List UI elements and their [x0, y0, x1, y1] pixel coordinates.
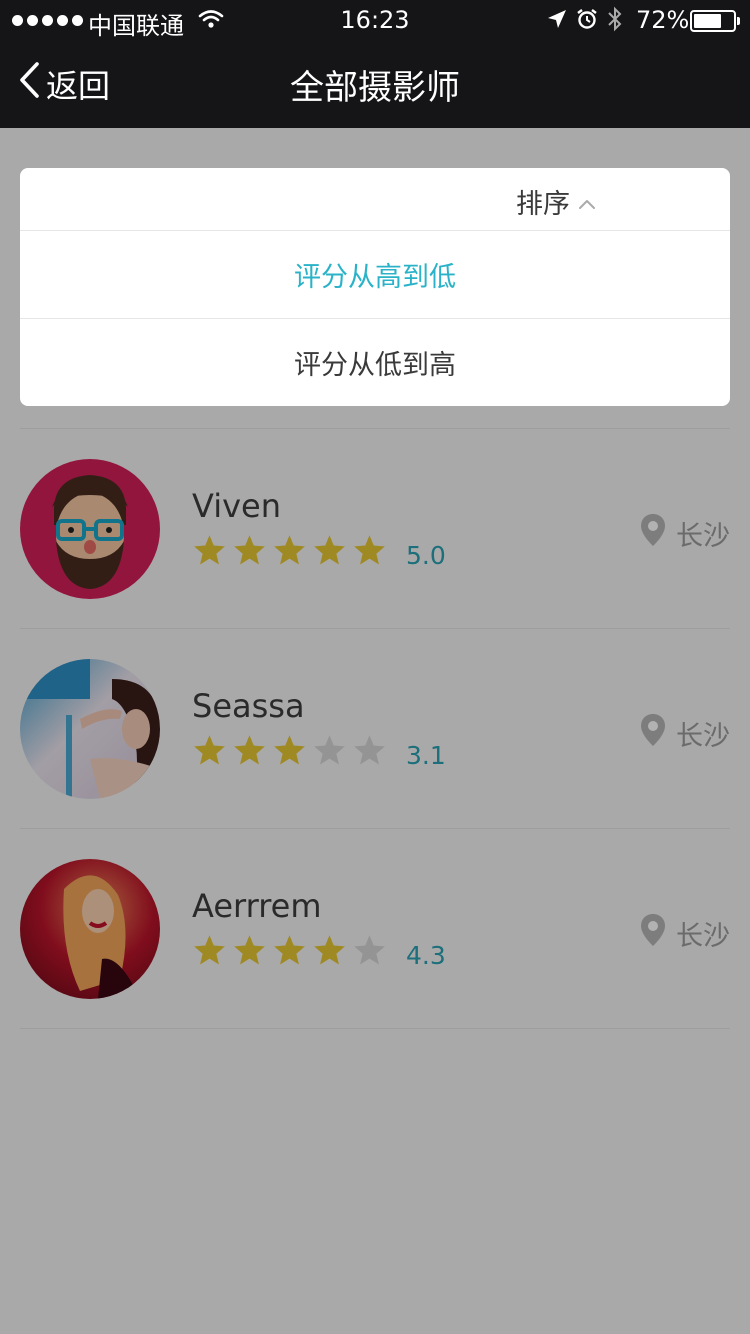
sort-dropdown: 排序 评分从高到低 评分从低到高 — [20, 168, 730, 406]
sort-label: 排序 — [516, 189, 570, 220]
sort-option-rating-asc[interactable]: 评分从低到高 — [20, 318, 730, 405]
sort-header: 排序 — [20, 168, 730, 231]
page-title: 全部摄影师 — [290, 68, 460, 108]
location-arrow-icon — [546, 8, 568, 36]
sort-option-rating-desc[interactable]: 评分从高到低 — [20, 231, 730, 318]
chevron-up-icon — [578, 186, 596, 217]
bluetooth-icon — [606, 6, 624, 38]
battery-icon — [690, 10, 740, 32]
status-bar: 中国联通 16:23 72% — [0, 0, 750, 40]
battery-percent: 72% — [636, 6, 690, 34]
alarm-icon — [576, 8, 598, 36]
sort-toggle-button[interactable]: 排序 — [516, 182, 596, 221]
nav-bar: 返回 全部摄影师 — [0, 40, 750, 128]
